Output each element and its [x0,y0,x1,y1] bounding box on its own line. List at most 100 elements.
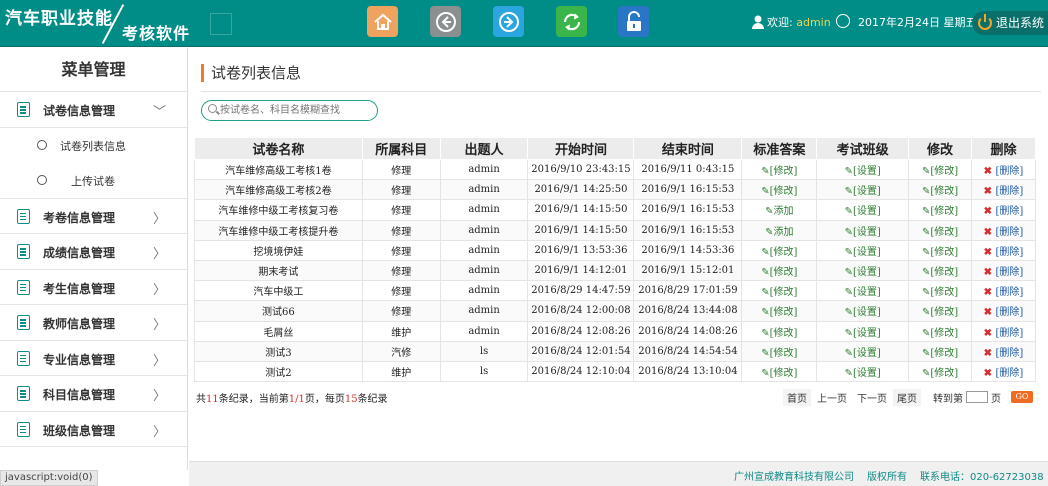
sidebar-item-subjects[interactable]: 科目信息管理 〉 [0,376,187,412]
sidebar-item-students[interactable]: 考生信息管理 〉 [0,270,187,305]
chevron-right-icon: 〉 [153,211,167,227]
class-setting-link[interactable]: ✎[设置] [845,348,881,359]
table-cell: ✎[设置] [816,158,910,181]
first-page-button[interactable]: 首页 [783,388,811,406]
search-box[interactable] [201,100,378,121]
sidebar-item-scores[interactable]: 成绩信息管理 〉 [0,234,187,270]
edit-link[interactable]: ✎[修改] [922,206,958,217]
total-count: 11 [206,394,219,405]
edit-link[interactable]: ✎[修改] [922,328,958,339]
go-button[interactable]: GO [1011,391,1033,403]
delete-link[interactable]: [删除] [996,247,1024,258]
delete-link[interactable]: [删除] [996,348,1024,359]
sidebar-sub-upload[interactable]: 上传试卷 [0,163,187,198]
pager-controls: 首页 上一页 下一页 尾页 转到第 页 GO [783,388,1033,406]
table-cell: 汽车中级工 [194,280,363,302]
answer-link[interactable]: ✎[修改] [761,247,797,258]
answer-link[interactable]: ✎添加 [765,206,793,217]
last-page-button[interactable]: 尾页 [893,388,921,406]
logout-button[interactable]: 退出系统 [972,11,1048,35]
col-header: 修改 [908,137,972,160]
sidebar-item-exam[interactable]: 考卷信息管理 〉 [0,199,187,234]
forward-icon[interactable] [493,6,524,37]
delete-link[interactable]: [删除] [996,227,1024,238]
table-cell: ✎[设置] [816,300,910,322]
answer-link[interactable]: ✎添加 [765,227,793,238]
table-cell: ✖ [删除] [971,340,1036,362]
back-icon[interactable] [430,6,461,37]
class-setting-link[interactable]: ✎[设置] [845,328,881,339]
col-header: 标准答案 [741,137,818,160]
delete-link[interactable]: [删除] [996,368,1024,379]
search-input[interactable] [220,103,370,118]
edit-link[interactable]: ✎[修改] [922,348,958,359]
jump-page-input[interactable] [966,391,988,403]
home-icon[interactable] [367,6,398,37]
lock-icon[interactable] [618,6,649,37]
sidebar-item-classes[interactable]: 班级信息管理 〉 [0,412,187,447]
class-setting-link[interactable]: ✎[设置] [845,247,881,258]
edit-link[interactable]: ✎[修改] [922,227,958,238]
answer-link[interactable]: ✎[修改] [761,267,797,278]
next-page-button[interactable]: 下一页 [853,389,891,406]
circle-icon [37,174,47,185]
delete-link[interactable]: [删除] [996,287,1024,298]
edit-link[interactable]: ✎[修改] [922,307,958,318]
table-cell: ✎[设置] [816,340,910,362]
edit-link[interactable]: ✎[修改] [922,247,958,258]
answer-link[interactable]: ✎[修改] [761,368,797,379]
pager-text: 条纪录，当前第 [218,394,289,405]
delete-link[interactable]: [删除] [996,206,1024,217]
class-setting-link[interactable]: ✎[设置] [845,227,881,238]
refresh-icon[interactable] [556,6,587,37]
answer-link[interactable]: ✎[修改] [761,186,797,197]
table-row: 汽车中级工 修理 admin 2016/8/29 14:47:59 2016/8/29 … [194,280,1036,302]
chevron-right-icon: 〉 [153,389,167,404]
delete-link[interactable]: [删除] [996,186,1024,197]
edit-link[interactable]: ✎[修改] [922,166,958,177]
delete-icon: ✖ [983,327,996,339]
sidebar-item-majors[interactable]: 专业信息管理 〉 [0,341,187,376]
table-cell: ✎[修改] [908,179,972,201]
table-cell: ✖ [删除] [971,199,1036,221]
sidebar-item-teachers[interactable]: 教师信息管理 〉 [0,305,187,341]
table-cell: 2016/8/24 12:01:54 [527,340,635,362]
class-setting-link[interactable]: ✎[设置] [845,186,881,197]
delete-link[interactable]: [删除] [996,166,1024,177]
class-setting-link[interactable]: ✎[设置] [845,368,881,379]
answer-link[interactable]: ✎[修改] [761,348,797,359]
delete-link[interactable]: [删除] [996,267,1024,278]
table-cell: 测试66 [194,300,363,322]
delete-link[interactable]: [删除] [996,328,1024,339]
class-setting-link[interactable]: ✎[设置] [845,166,881,177]
answer-link[interactable]: ✎[修改] [761,287,797,298]
table-cell: ✎[设置] [816,320,910,342]
class-setting-link[interactable]: ✎[设置] [845,206,881,217]
answer-link[interactable]: ✎[修改] [761,166,797,177]
table-cell: 测试3 [194,340,363,362]
sidebar-sub-paper-list[interactable]: 试卷列表信息 [0,128,187,163]
answer-link[interactable]: ✎[修改] [761,307,797,318]
table-row: 测试66 修理 admin 2016/8/24 12:00:08 2016/8/24 1… [194,300,1036,322]
table-cell: admin [439,219,529,241]
sub-item-label: 上传试卷 [71,174,115,188]
edit-link[interactable]: ✎[修改] [922,368,958,379]
delete-icon: ✖ [983,267,996,279]
table-row: 毛屑丝 维护 admin 2016/8/24 12:08:26 2016/8/24 14… [194,320,1036,342]
sidebar-item-paper-info[interactable]: 试卷信息管理 ﹀ [0,92,187,128]
table-cell: ls [439,360,529,383]
jump-label: 转到第 [933,393,963,405]
table-cell: ✎[修改] [741,158,818,181]
edit-link[interactable]: ✎[修改] [922,267,958,278]
prev-page-button[interactable]: 上一页 [813,389,851,406]
class-setting-link[interactable]: ✎[设置] [845,307,881,318]
class-setting-link[interactable]: ✎[设置] [845,267,881,278]
answer-link[interactable]: ✎[修改] [761,328,797,339]
class-setting-link[interactable]: ✎[设置] [845,287,881,298]
table-cell: 2016/8/24 12:10:04 [527,360,635,383]
delete-link[interactable]: [删除] [996,307,1024,318]
edit-link[interactable]: ✎[修改] [922,287,958,298]
table-row: 汽车维修中级工考核提升卷 修理 admin 2016/9/1 14:15:50 2016… [194,219,1036,241]
edit-link[interactable]: ✎[修改] [922,186,958,197]
table-cell: ✎[设置] [816,179,910,201]
